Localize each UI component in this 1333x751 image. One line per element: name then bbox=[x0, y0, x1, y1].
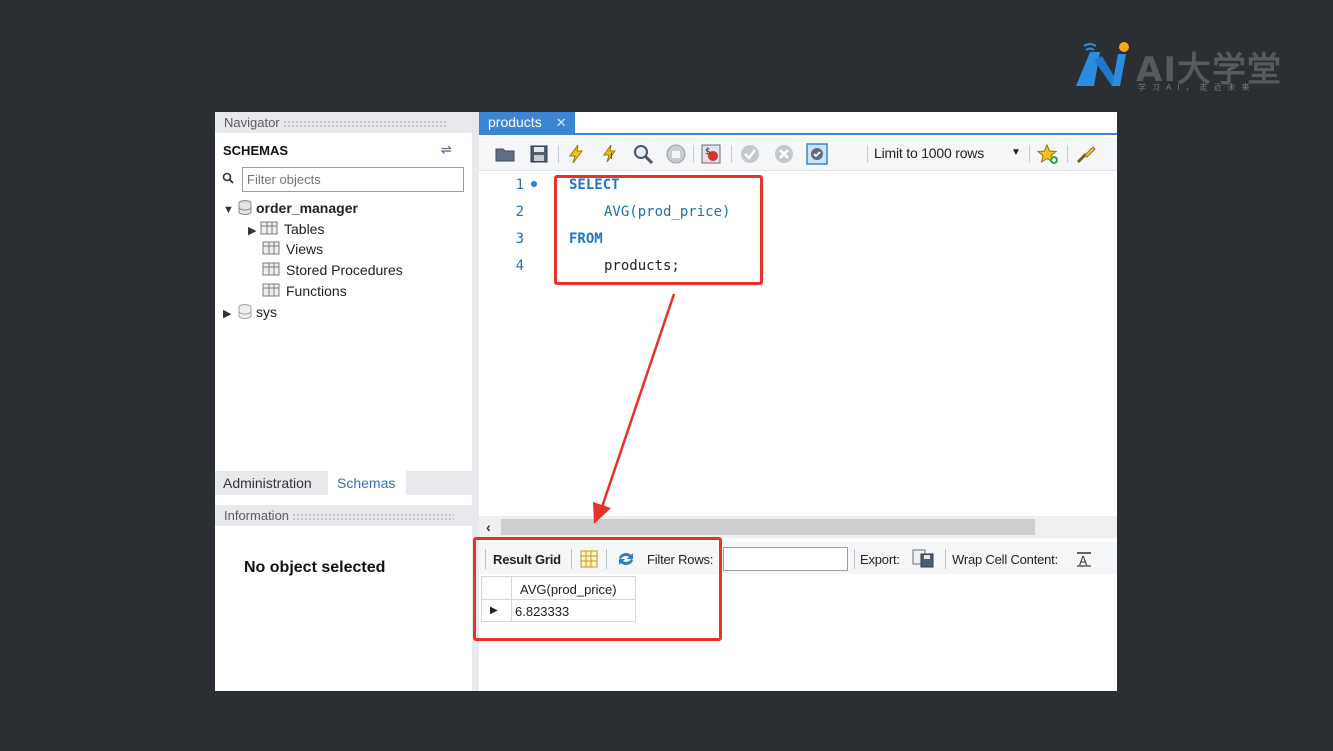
stop-icon[interactable] bbox=[665, 143, 687, 165]
workbench-window: Navigator SCHEMAS ⇌ ▼ order_manager ▶ Tabl… bbox=[215, 112, 1117, 691]
rollback-x-icon[interactable] bbox=[773, 143, 795, 165]
toolbar-separator bbox=[1067, 145, 1068, 163]
add-snippet-star-icon[interactable] bbox=[1037, 143, 1059, 165]
limit-rows-select[interactable]: Limit to 1000 rows bbox=[874, 145, 984, 161]
chevron-left-icon[interactable]: ‹ bbox=[486, 519, 491, 535]
expand-down-icon[interactable]: ▼ bbox=[223, 204, 235, 216]
tree-item-functions[interactable]: Functions bbox=[262, 283, 347, 303]
header-grip[interactable] bbox=[292, 512, 455, 521]
brand-logo: AI大学堂 学习AI，走近未来 bbox=[1072, 40, 1292, 96]
database-icon bbox=[238, 200, 252, 215]
functions-folder-icon bbox=[262, 283, 280, 297]
tree-item-tables[interactable]: ▶ Tables bbox=[248, 221, 324, 241]
line-number: 3 bbox=[515, 231, 524, 247]
svg-text:A: A bbox=[1079, 554, 1088, 567]
tab-products[interactable]: products ✕ bbox=[479, 112, 575, 135]
line-number: 1 bbox=[515, 177, 524, 193]
current-line-marker-icon bbox=[531, 181, 537, 187]
expand-right-icon[interactable]: ▶ bbox=[248, 224, 260, 237]
open-folder-icon[interactable] bbox=[494, 143, 516, 165]
table-folder-icon bbox=[260, 221, 278, 235]
query-tab-strip: products ✕ bbox=[479, 112, 1117, 135]
tree-label: Functions bbox=[286, 283, 347, 299]
tree-label: Tables bbox=[284, 221, 325, 237]
close-icon[interactable]: ✕ bbox=[556, 115, 567, 130]
tab-administration[interactable]: Administration bbox=[215, 471, 320, 495]
line-number: 2 bbox=[515, 204, 524, 220]
toolbar-separator bbox=[945, 549, 946, 569]
tree-label: Views bbox=[286, 241, 324, 257]
procedures-folder-icon bbox=[262, 262, 280, 276]
toolbar-separator bbox=[731, 145, 732, 163]
svg-text:$: $ bbox=[705, 147, 711, 157]
filter-rows-input[interactable] bbox=[723, 547, 848, 571]
navigator-header: Navigator bbox=[215, 112, 472, 133]
wrap-text-icon[interactable]: A bbox=[1076, 551, 1092, 567]
result-highlight-box bbox=[473, 537, 722, 641]
sql-highlight-box bbox=[554, 175, 763, 285]
line-number: 4 bbox=[515, 258, 524, 274]
toolbar-separator bbox=[1029, 145, 1030, 163]
filter-objects-input[interactable] bbox=[242, 167, 464, 192]
chevron-down-icon[interactable]: ▼ bbox=[1011, 147, 1021, 158]
views-folder-icon bbox=[262, 241, 280, 255]
tab-label: products bbox=[488, 114, 542, 130]
toolbar-separator bbox=[558, 145, 559, 163]
schema-name: order_manager bbox=[256, 200, 358, 216]
svg-text:I: I bbox=[610, 152, 613, 162]
search-icon bbox=[222, 172, 234, 184]
refresh-schemas-icon[interactable]: ⇌ bbox=[441, 142, 452, 158]
information-title: Information bbox=[224, 508, 290, 523]
expand-right-icon[interactable]: ▶ bbox=[223, 307, 235, 320]
navigator-tabs: Administration Schemas bbox=[215, 471, 472, 495]
schemas-title: SCHEMAS bbox=[223, 143, 289, 158]
commit-check-icon[interactable] bbox=[739, 143, 761, 165]
navigator-title: Navigator bbox=[224, 115, 280, 130]
explain-magnifier-icon[interactable] bbox=[632, 143, 654, 165]
toolbar-separator bbox=[854, 549, 855, 569]
logo-subtitle: 学习AI，走近未来 bbox=[1138, 83, 1256, 92]
tree-item-order-manager[interactable]: ▼ order_manager bbox=[223, 200, 358, 220]
database-icon bbox=[238, 304, 252, 319]
tree-item-views[interactable]: Views bbox=[262, 241, 323, 261]
information-header: Information bbox=[215, 505, 472, 526]
export-icon[interactable] bbox=[912, 548, 934, 568]
execute-lightning-icon[interactable] bbox=[565, 143, 587, 165]
horizontal-scrollbar[interactable]: ‹ bbox=[479, 516, 1117, 538]
beautify-brush-icon[interactable] bbox=[1075, 143, 1097, 165]
wrap-cell-label: Wrap Cell Content: bbox=[952, 552, 1058, 567]
toolbar-separator bbox=[867, 145, 868, 163]
tree-item-sys[interactable]: ▶ sys bbox=[223, 304, 277, 324]
save-icon[interactable] bbox=[528, 143, 550, 165]
logo-mark-icon bbox=[1076, 42, 1129, 86]
toolbar-separator bbox=[693, 145, 694, 163]
execute-current-icon[interactable]: I bbox=[599, 143, 621, 165]
export-label: Export: bbox=[860, 552, 900, 567]
toggle-error-icon[interactable]: $ bbox=[700, 143, 722, 165]
tree-item-stored-procedures[interactable]: Stored Procedures bbox=[262, 262, 403, 282]
query-toolbar: I $ Limit to 1000 rows ▼ bbox=[479, 137, 1117, 171]
scrollbar-thumb[interactable] bbox=[501, 519, 1035, 535]
tab-schemas[interactable]: Schemas bbox=[328, 471, 406, 495]
navigator-panel: Navigator SCHEMAS ⇌ ▼ order_manager ▶ Tabl… bbox=[215, 112, 472, 691]
schema-name: sys bbox=[256, 304, 277, 320]
autocommit-toggle-icon[interactable] bbox=[806, 143, 828, 165]
tree-label: Stored Procedures bbox=[286, 262, 403, 278]
header-grip[interactable] bbox=[282, 119, 448, 128]
no-object-message: No object selected bbox=[244, 559, 386, 576]
